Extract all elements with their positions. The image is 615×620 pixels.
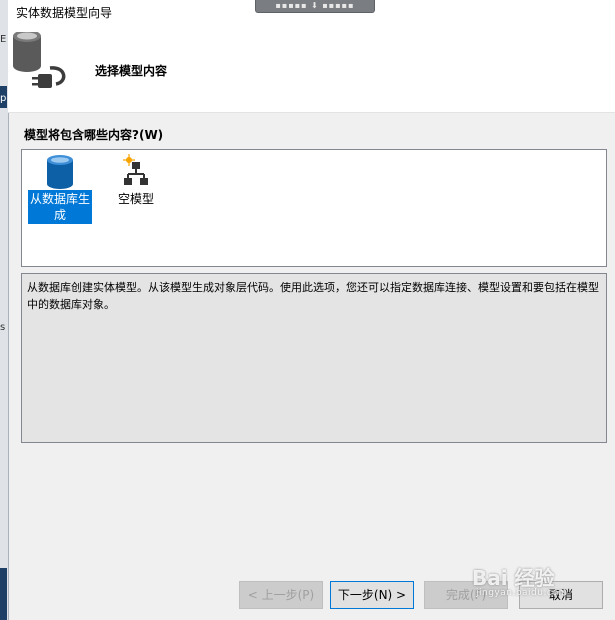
cancel-button[interactable]: 取消	[519, 581, 603, 609]
wizard-header: 选择模型内容	[8, 24, 615, 113]
option-generate-from-database[interactable]: 从数据库生成	[28, 154, 92, 224]
option-empty-model[interactable]: 空模型	[104, 154, 168, 208]
option-label: 空模型	[117, 192, 154, 206]
model-content-list[interactable]: 从数据库生成 空模型	[21, 149, 607, 267]
page-title: 选择模型内容	[95, 64, 168, 78]
background-glyph: p	[0, 93, 7, 104]
background-glyph: s	[0, 322, 6, 333]
window-title: 实体数据模型向导	[16, 6, 113, 20]
back-button[interactable]: < 上一步(P)	[239, 581, 323, 609]
next-button[interactable]: 下一步(N) >	[330, 581, 414, 609]
database-icon	[47, 155, 73, 189]
hierarchy-icon	[123, 154, 148, 185]
background-blue-bar-bottom	[0, 568, 7, 620]
background-glyph: E	[0, 34, 7, 45]
remote-desktop-toolbar[interactable]: ▪▪▪▪▪ ⬇ ▪▪▪▪▪	[255, 0, 375, 13]
option-label: 从数据库生成	[28, 190, 92, 224]
finish-button[interactable]: 完成(F)	[424, 581, 508, 609]
option-description: 从数据库创建实体模型。从该模型生成对象层代码。使用此选项，您还可以指定数据库连接…	[21, 273, 607, 443]
database-plug-icon	[13, 32, 66, 88]
model-content-question: 模型将包含哪些内容?(W)	[24, 128, 164, 142]
